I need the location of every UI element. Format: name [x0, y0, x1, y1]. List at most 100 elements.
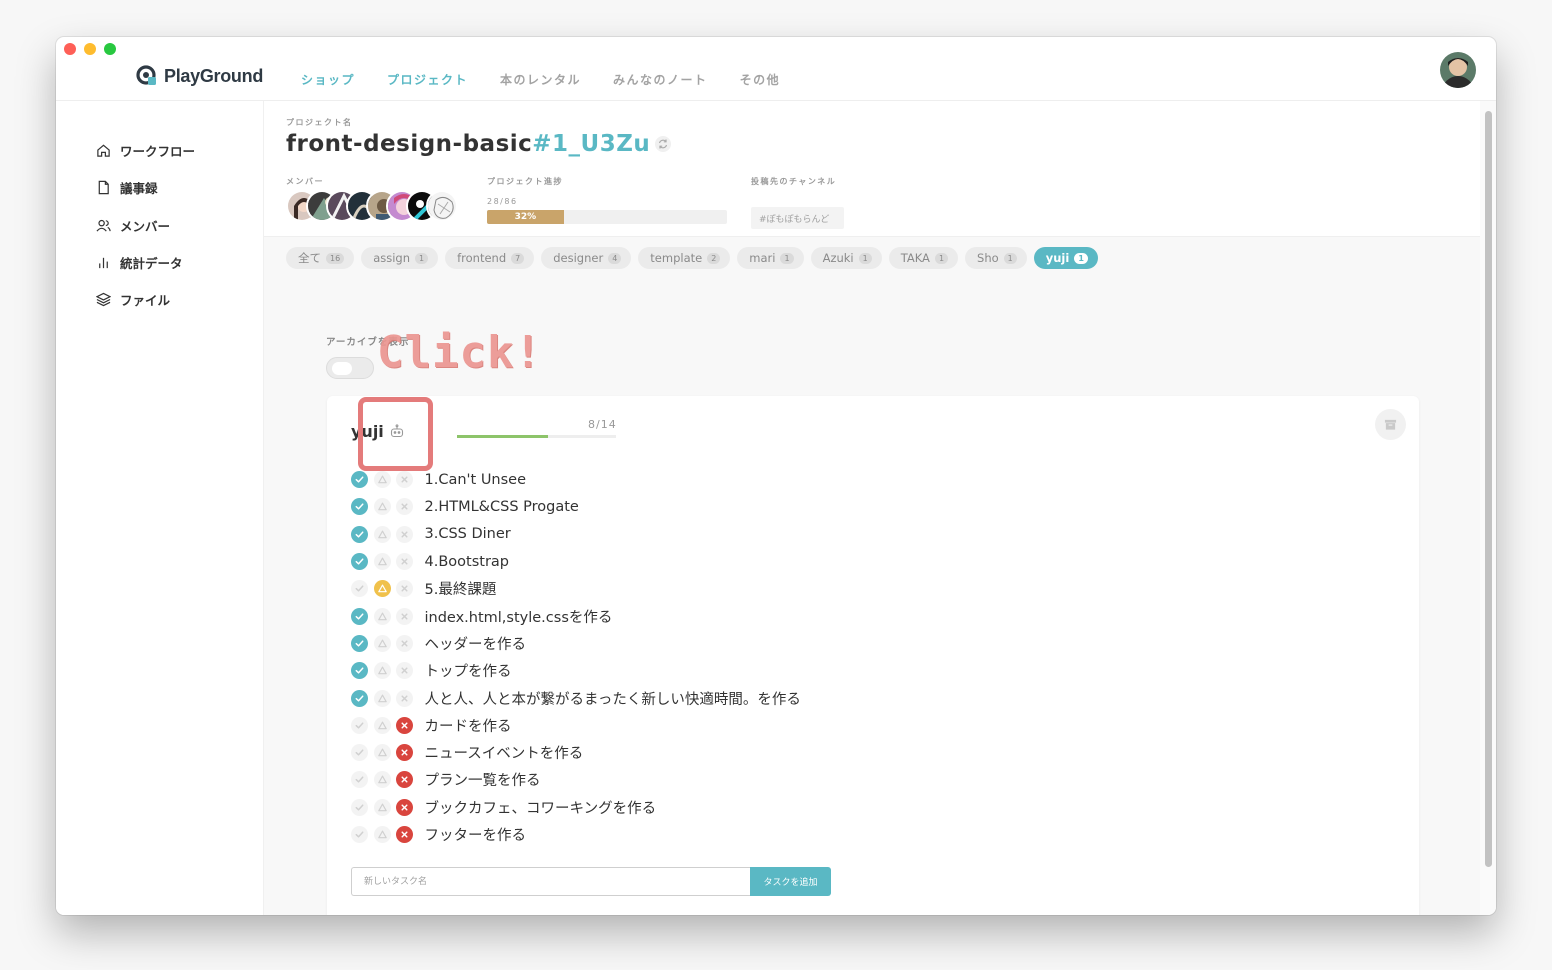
filter-tag[interactable]: Sho 1 — [965, 247, 1027, 269]
task-name[interactable]: フッターを作る — [425, 824, 527, 845]
nav-other[interactable]: その他 — [740, 71, 781, 88]
filter-tag[interactable]: mari 1 — [737, 247, 804, 269]
filter-tag[interactable]: frontend 7 — [445, 247, 535, 269]
status-pending-button[interactable] — [373, 662, 391, 680]
status-done-button[interactable] — [351, 580, 368, 598]
sidebar-item-files[interactable]: ファイル — [96, 290, 170, 309]
status-ng-button[interactable] — [396, 826, 413, 843]
status-pending-button[interactable] — [373, 580, 391, 598]
scrollbar[interactable] — [1480, 101, 1496, 915]
member-avatar[interactable] — [426, 190, 458, 222]
status-pending-button[interactable] — [373, 634, 391, 652]
status-ng-button[interactable] — [396, 744, 413, 762]
task-name[interactable]: プラン一覧を作る — [425, 769, 541, 790]
task-name[interactable]: ヘッダーを作る — [425, 633, 527, 654]
status-done-button[interactable] — [351, 826, 368, 843]
nav-shop[interactable]: ショップ — [301, 71, 355, 88]
channel-field[interactable]: #ぽもぽもらんど — [751, 207, 844, 229]
status-ng-button[interactable] — [396, 580, 413, 598]
filter-tag[interactable]: Azuki 1 — [810, 247, 882, 269]
status-done-button[interactable] — [351, 689, 368, 707]
task-row: 5.最終課題 — [351, 575, 801, 602]
status-pending-button[interactable] — [373, 471, 391, 489]
sidebar-item-stats[interactable]: 統計データ — [96, 253, 183, 272]
status-ng-button[interactable] — [396, 771, 413, 789]
status-pending-button[interactable] — [373, 798, 391, 816]
close-icon — [401, 613, 408, 620]
filter-tag-count: 7 — [511, 252, 525, 264]
filter-tag[interactable]: designer 4 — [541, 247, 632, 269]
status-pending-button[interactable] — [373, 498, 391, 516]
status-ng-button[interactable] — [396, 716, 413, 734]
filter-tag-count: 1 — [934, 252, 949, 264]
filter-tag[interactable]: template 2 — [638, 247, 731, 269]
status-done-button[interactable] — [351, 771, 368, 789]
member-avatars — [286, 190, 458, 222]
sidebar-item-members[interactable]: メンバー — [96, 216, 170, 235]
status-ng-button[interactable] — [396, 798, 413, 816]
filter-tag-count: 1 — [1074, 252, 1088, 264]
sidebar-item-label: 統計データ — [120, 256, 183, 271]
status-pending-button[interactable] — [373, 716, 391, 734]
status-pending-button[interactable] — [373, 771, 391, 789]
filter-tag[interactable]: yuji 1 — [1033, 247, 1098, 269]
status-pending-button[interactable] — [373, 744, 391, 762]
project-progress-bar: 32% — [487, 210, 727, 224]
status-ng-button[interactable] — [396, 634, 413, 652]
status-pending-button[interactable] — [373, 826, 391, 843]
check-icon — [355, 476, 364, 483]
task-name[interactable]: カードを作る — [425, 715, 512, 736]
main-nav: ショップ プロジェクト 本のレンタル みんなのノート その他 — [301, 71, 812, 88]
task-name[interactable]: 1.Can't Unsee — [425, 472, 527, 488]
status-ng-button[interactable] — [396, 498, 413, 516]
new-task-input[interactable] — [351, 867, 751, 896]
nav-notes[interactable]: みんなのノート — [613, 71, 708, 88]
refresh-icon[interactable] — [654, 135, 672, 153]
task-name[interactable]: ブックカフェ、コワーキングを作る — [425, 797, 657, 818]
status-done-button[interactable] — [351, 798, 368, 816]
filter-tag[interactable]: TAKA 1 — [888, 247, 959, 269]
status-done-button[interactable] — [351, 471, 368, 489]
filter-tag[interactable]: assign 1 — [361, 247, 439, 269]
status-done-button[interactable] — [351, 662, 368, 680]
add-task-button[interactable]: タスクを追加 — [750, 867, 831, 896]
task-name[interactable]: ニュースイベントを作る — [425, 742, 584, 763]
logo[interactable]: PlayGround — [136, 65, 263, 87]
task-name[interactable]: 人と人、人と本が繋がるまったく新しい快適時間。を作る — [425, 688, 801, 709]
status-pending-button[interactable] — [373, 607, 391, 625]
task-name[interactable]: 2.HTML&CSS Progate — [425, 499, 579, 515]
status-done-button[interactable] — [351, 607, 368, 625]
sidebar-item-minutes[interactable]: 議事録 — [96, 178, 158, 197]
nav-project[interactable]: プロジェクト — [387, 71, 468, 88]
archive-toggle[interactable] — [326, 357, 374, 379]
status-done-button[interactable] — [351, 498, 368, 516]
sidebar-item-workflow[interactable]: ワークフロー — [96, 141, 195, 160]
task-name[interactable]: 5.最終課題 — [425, 578, 497, 599]
task-name[interactable]: トップを作る — [425, 660, 512, 681]
filter-tag[interactable]: 全て 16 — [286, 247, 355, 269]
status-done-button[interactable] — [351, 553, 368, 571]
status-done-button[interactable] — [351, 744, 368, 762]
scroll-thumb[interactable] — [1485, 111, 1492, 867]
status-done-button[interactable] — [351, 525, 368, 543]
task-name[interactable]: 3.CSS Diner — [425, 526, 511, 542]
task-name[interactable]: index.html,style.cssを作る — [425, 606, 613, 627]
status-ng-button[interactable] — [396, 662, 413, 680]
status-ng-button[interactable] — [396, 471, 413, 489]
status-pending-button[interactable] — [373, 553, 391, 571]
user-avatar[interactable] — [1440, 52, 1476, 88]
archive-card-button[interactable] — [1375, 409, 1406, 440]
task-name[interactable]: 4.Bootstrap — [425, 554, 510, 570]
status-done-button[interactable] — [351, 634, 368, 652]
nav-book-rental[interactable]: 本のレンタル — [500, 71, 581, 88]
status-pending-button[interactable] — [373, 525, 391, 543]
status-ng-button[interactable] — [396, 607, 413, 625]
status-done-button[interactable] — [351, 716, 368, 734]
check-icon — [355, 613, 364, 620]
status-ng-button[interactable] — [396, 689, 413, 707]
task-row: フッターを作る — [351, 821, 801, 848]
status-ng-button[interactable] — [396, 553, 413, 571]
robot-icon[interactable] — [389, 423, 405, 439]
status-pending-button[interactable] — [373, 689, 391, 707]
status-ng-button[interactable] — [396, 525, 413, 543]
